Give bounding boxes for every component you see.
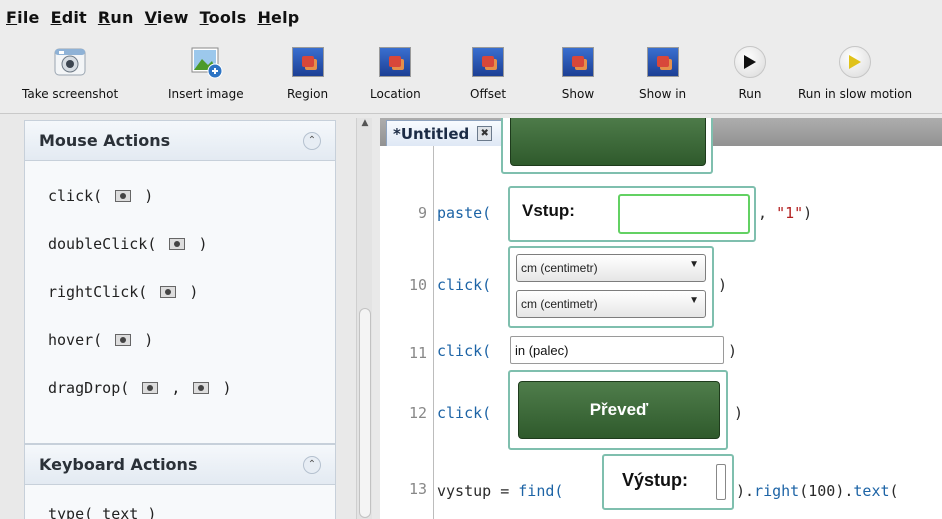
menu-run[interactable]: Run [98,8,134,27]
sidebar-scrollbar[interactable]: ▲ [356,118,372,519]
image-icon [470,44,506,80]
scroll-thumb[interactable] [359,308,371,518]
image-capture-palec[interactable]: in (palec) [510,336,724,364]
insert-image-icon [188,44,224,80]
camera-icon [193,382,210,394]
green-button-image [510,118,706,166]
keyboard-actions-panel: Keyboard Actions ⌃ type( text ) [24,444,336,519]
image-icon [560,44,596,80]
image-capture-combos[interactable]: cm (centimetr) ▼ cm (centimetr) ▼ [508,246,714,328]
line-number: 9 [417,204,427,222]
close-icon[interactable]: ✖ [477,126,493,141]
toolbar: Take screenshot Insert image Region Loca… [0,34,942,114]
code-editor[interactable]: *Untitled ✖ 9 10 11 12 13 paste( Vstup: … [380,118,942,519]
camera-icon [115,190,132,202]
mouse-actions-header[interactable]: Mouse Actions ⌃ [25,121,335,161]
sidebar: Mouse Actions ⌃ click( ) doubleClick( ) … [0,114,372,519]
camera-icon [142,382,159,394]
dropdown-arrow-icon: ▼ [689,259,699,270]
image-capture[interactable] [501,118,713,174]
mouse-actions-panel: Mouse Actions ⌃ click( ) doubleClick( ) … [24,120,336,444]
keyboard-actions-header[interactable]: Keyboard Actions ⌃ [25,445,335,485]
scroll-up-icon[interactable]: ▲ [358,118,372,132]
take-screenshot-button[interactable]: Take screenshot [22,44,118,101]
action-type[interactable]: type( text ) [48,505,156,519]
run-button[interactable]: Run [732,44,768,101]
run-slow-motion-button[interactable]: Run in slow motion [798,44,912,101]
output-field-image [716,464,726,500]
camera-icon [160,286,177,298]
insert-image-button[interactable]: Insert image [168,44,244,101]
menu-bar: File Edit Run View Tools Help [0,0,942,34]
line-number-gutter: 9 10 11 12 13 [380,146,434,519]
action-click[interactable]: click( ) [48,187,153,205]
image-capture-vystup[interactable]: Výstup: [602,454,734,510]
camera-icon [115,334,132,346]
line-number: 11 [408,344,427,362]
action-hover[interactable]: hover( ) [48,331,153,349]
menu-file[interactable]: File [6,8,40,27]
image-icon [290,44,326,80]
line-number: 13 [408,480,427,498]
input-field-image [618,194,750,234]
preved-button-image: Převeď [518,381,720,439]
collapse-icon[interactable]: ⌃ [303,131,321,150]
show-in-button[interactable]: Show in [639,44,686,101]
line-number: 10 [408,276,427,294]
play-icon [837,44,873,80]
image-capture-vstup[interactable]: Vstup: [508,186,756,242]
camera-icon [169,238,186,250]
collapse-icon[interactable]: ⌃ [303,455,321,474]
camera-icon [52,44,88,80]
menu-help[interactable]: Help [257,8,299,27]
unit-combo-2: cm (centimetr) ▼ [516,290,706,318]
action-drag-drop[interactable]: dragDrop( , ) [48,379,231,397]
menu-edit[interactable]: Edit [51,8,87,27]
show-button[interactable]: Show [560,44,596,101]
menu-view[interactable]: View [145,8,189,27]
image-icon [377,44,413,80]
action-right-click[interactable]: rightClick( ) [48,283,198,301]
line-number: 12 [408,404,427,422]
location-button[interactable]: Location [370,44,421,101]
play-icon [732,44,768,80]
unit-combo-1: cm (centimetr) ▼ [516,254,706,282]
offset-button[interactable]: Offset [470,44,506,101]
region-button[interactable]: Region [287,44,328,101]
action-double-click[interactable]: doubleClick( ) [48,235,207,253]
image-icon [645,44,681,80]
dropdown-arrow-icon: ▼ [689,295,699,306]
menu-tools[interactable]: Tools [200,8,247,27]
image-capture-preved[interactable]: Převeď [508,370,728,450]
